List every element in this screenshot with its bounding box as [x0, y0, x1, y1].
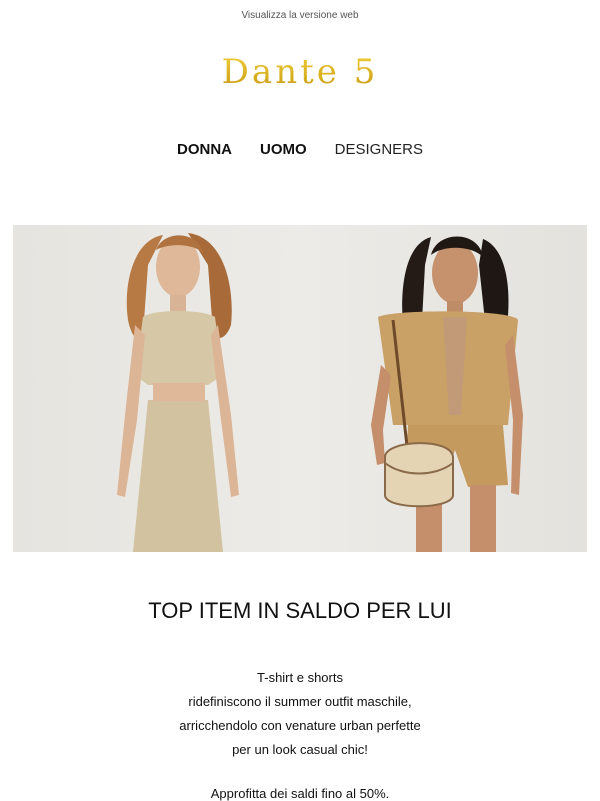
section-headline: TOP ITEM IN SALDO PER LUI [148, 598, 452, 623]
view-web-version-link[interactable]: Visualizza la versione web [0, 10, 600, 21]
brand-logo[interactable]: Dante 5 [0, 52, 600, 92]
section-body: T-shirt e shorts ridefiniscono il summer… [0, 666, 600, 762]
nav-item-donna[interactable]: DONNA [177, 141, 232, 158]
nav-item-designers[interactable]: DESIGNERS [335, 141, 423, 158]
body-line: per un look casual chic! [232, 742, 368, 757]
body-line: ridefiniscono il summer outfit maschile, [188, 694, 412, 709]
hero-image[interactable] [13, 225, 587, 552]
promo-text: Approfitta dei saldi fino al 50%. [210, 786, 390, 801]
main-nav: DONNA UOMO DESIGNERS [0, 141, 600, 158]
hero-fashion-illustration [117, 233, 523, 552]
body-line: T-shirt e shorts [257, 670, 343, 685]
nav-item-uomo[interactable]: UOMO [260, 141, 307, 158]
body-line: arricchendolo con venature urban perfett… [179, 718, 421, 733]
